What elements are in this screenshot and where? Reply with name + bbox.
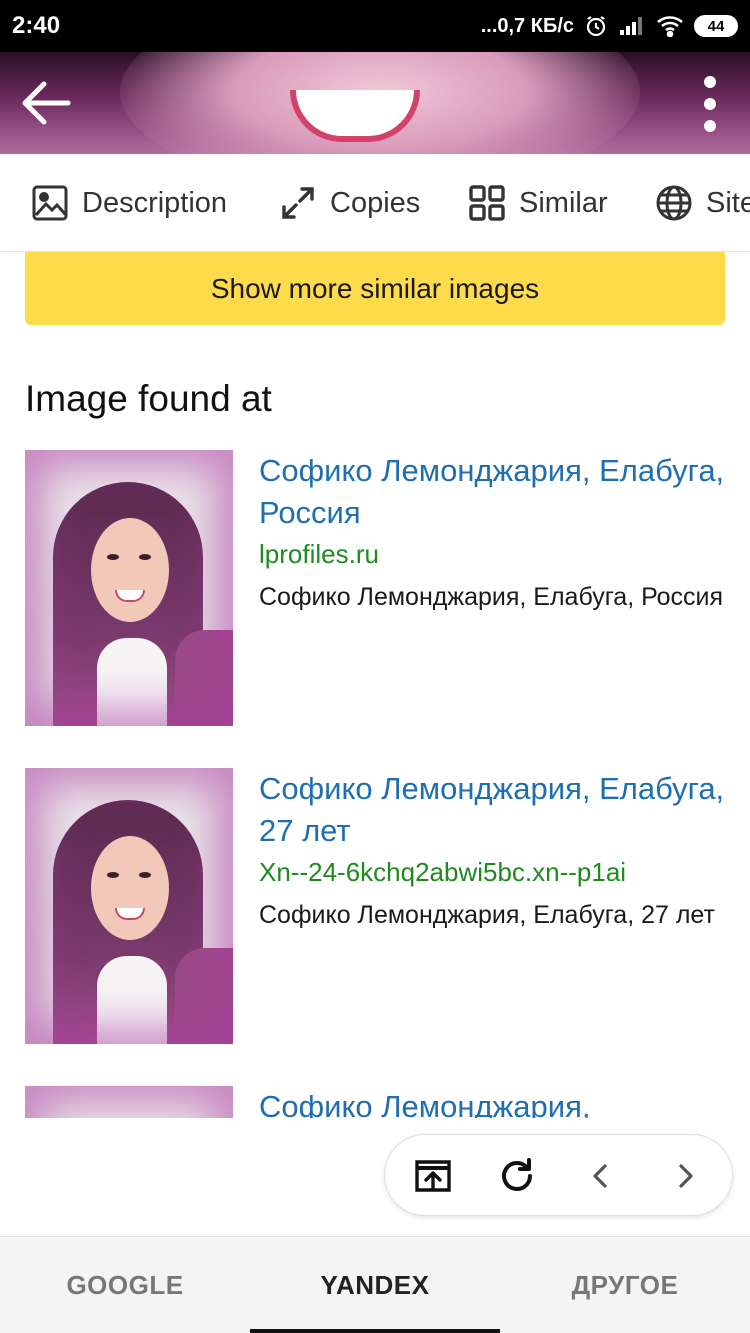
tab-google[interactable]: GOOGLE	[0, 1237, 250, 1333]
result-title-link[interactable]: Софико Лемонджария,	[259, 1086, 729, 1118]
tab-other[interactable]: ДРУГОЕ	[500, 1237, 750, 1333]
browser-controls	[384, 1134, 733, 1216]
image-icon	[32, 185, 68, 221]
show-more-similar-button[interactable]: Show more similar images	[25, 252, 725, 325]
tab-sites[interactable]: Site	[654, 154, 750, 251]
refresh-icon	[502, 1158, 532, 1191]
image-info-tabs: Description Copies Similar Site	[0, 154, 750, 252]
open-in-browser-button[interactable]	[409, 1152, 457, 1200]
expand-icon	[282, 187, 314, 219]
tab-sites-label: Site	[706, 186, 750, 219]
result-description: Софико Лемонджария, Елабуга, Россия	[259, 583, 724, 611]
alarm-icon	[586, 16, 606, 37]
forward-nav-button[interactable]	[661, 1152, 709, 1200]
result-title-link[interactable]: Софико Лемонджария, Елабуга, Россия	[259, 450, 729, 534]
wifi-icon	[657, 16, 683, 37]
search-engine-tabs: GOOGLE YANDEX ДРУГОЕ	[0, 1236, 750, 1333]
status-time: 2:40	[12, 12, 61, 39]
header-image	[0, 52, 750, 154]
reload-button[interactable]	[493, 1152, 541, 1200]
active-tab-indicator	[250, 1329, 500, 1333]
result-thumbnail[interactable]	[25, 768, 233, 1044]
list-item[interactable]: Софико Лемонджария, Елабуга, Россия lpro…	[25, 450, 725, 726]
open-in-new-icon	[415, 1160, 451, 1192]
tab-yandex[interactable]: YANDEX	[250, 1237, 500, 1333]
tab-description-label: Description	[82, 186, 228, 219]
grid-icon	[469, 185, 505, 221]
list-item[interactable]: Софико Лемонджария,	[25, 1086, 725, 1118]
result-description: Софико Лемонджария, Елабуга, 27 лет	[259, 901, 715, 929]
results-list: Софико Лемонджария, Елабуга, Россия lpro…	[0, 450, 750, 1118]
battery-indicator: 44	[694, 15, 738, 37]
tab-similar-label: Similar	[519, 186, 608, 219]
chevron-right-icon	[679, 1164, 693, 1188]
result-domain-link[interactable]: Xn--24-6kchq2abwi5bc.xn--p1ai	[259, 852, 729, 892]
tab-copies-label: Copies	[330, 186, 421, 219]
globe-icon	[656, 185, 692, 221]
tab-copies[interactable]: Copies	[278, 154, 421, 251]
result-title-link[interactable]: Софико Лемонджария, Елабуга, 27 лет	[259, 768, 729, 852]
status-bar: 2:40 ...0,7 КБ/с 44	[0, 0, 750, 52]
arrow-left-icon	[22, 81, 71, 125]
back-nav-button[interactable]	[577, 1152, 625, 1200]
section-title: Image found at	[25, 378, 272, 419]
result-thumbnail[interactable]	[25, 1086, 233, 1118]
tab-similar[interactable]: Similar	[467, 154, 608, 251]
back-button[interactable]	[18, 74, 76, 132]
status-indicators: ...0,7 КБ/с 44	[481, 10, 738, 42]
more-vert-icon[interactable]	[698, 76, 722, 132]
result-thumbnail[interactable]	[25, 450, 233, 726]
list-item[interactable]: Софико Лемонджария, Елабуга, 27 лет Xn--…	[25, 768, 725, 1044]
network-speed: ...0,7 КБ/с	[480, 14, 574, 37]
chevron-left-icon	[593, 1164, 607, 1188]
result-domain-link[interactable]: lprofiles.ru	[259, 534, 729, 574]
tab-yandex-label: YANDEX	[320, 1270, 430, 1300]
signal-icon	[620, 17, 642, 35]
tab-description[interactable]: Description	[30, 154, 228, 251]
